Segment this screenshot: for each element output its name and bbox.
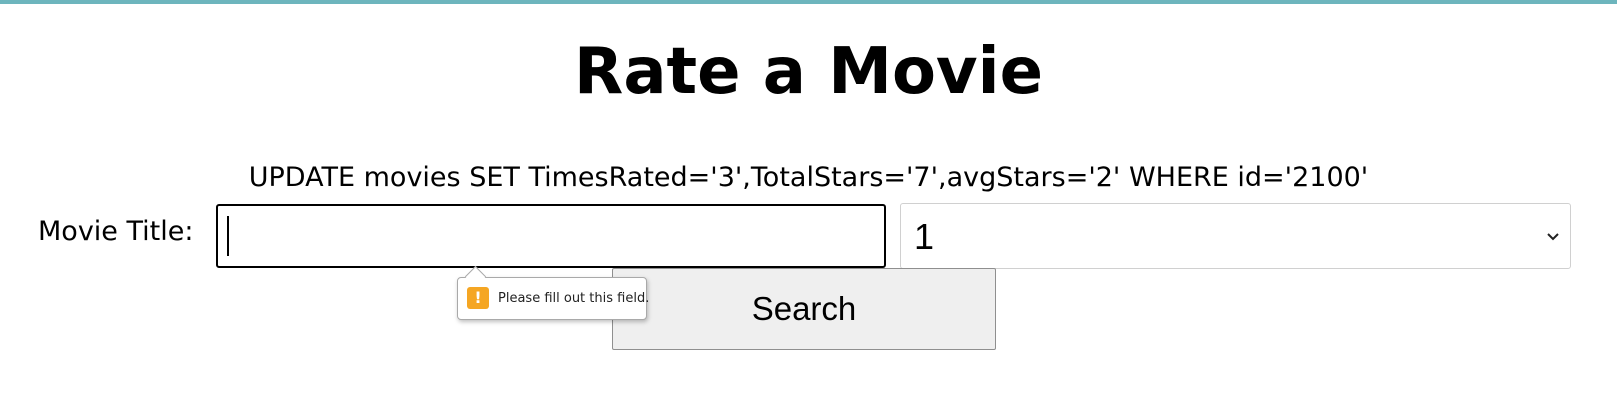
top-accent-bar (0, 0, 1617, 4)
movie-title-input[interactable] (216, 204, 886, 268)
rating-select[interactable]: 1 (900, 203, 1571, 269)
text-caret (227, 216, 229, 256)
validation-tooltip: ! Please fill out this field. (457, 265, 650, 320)
chevron-down-icon (1547, 233, 1559, 241)
tooltip-arrow (464, 265, 487, 288)
warning-icon: ! (467, 287, 489, 309)
sql-query-message: UPDATE movies SET TimesRated='3',TotalSt… (248, 162, 1369, 193)
page-title: Rate a Movie (574, 35, 1043, 109)
validation-message: Please fill out this field. (498, 291, 650, 306)
movie-title-label: Movie Title: (38, 216, 194, 247)
rating-selected-value: 1 (914, 216, 935, 257)
search-button[interactable]: Search (612, 268, 996, 350)
